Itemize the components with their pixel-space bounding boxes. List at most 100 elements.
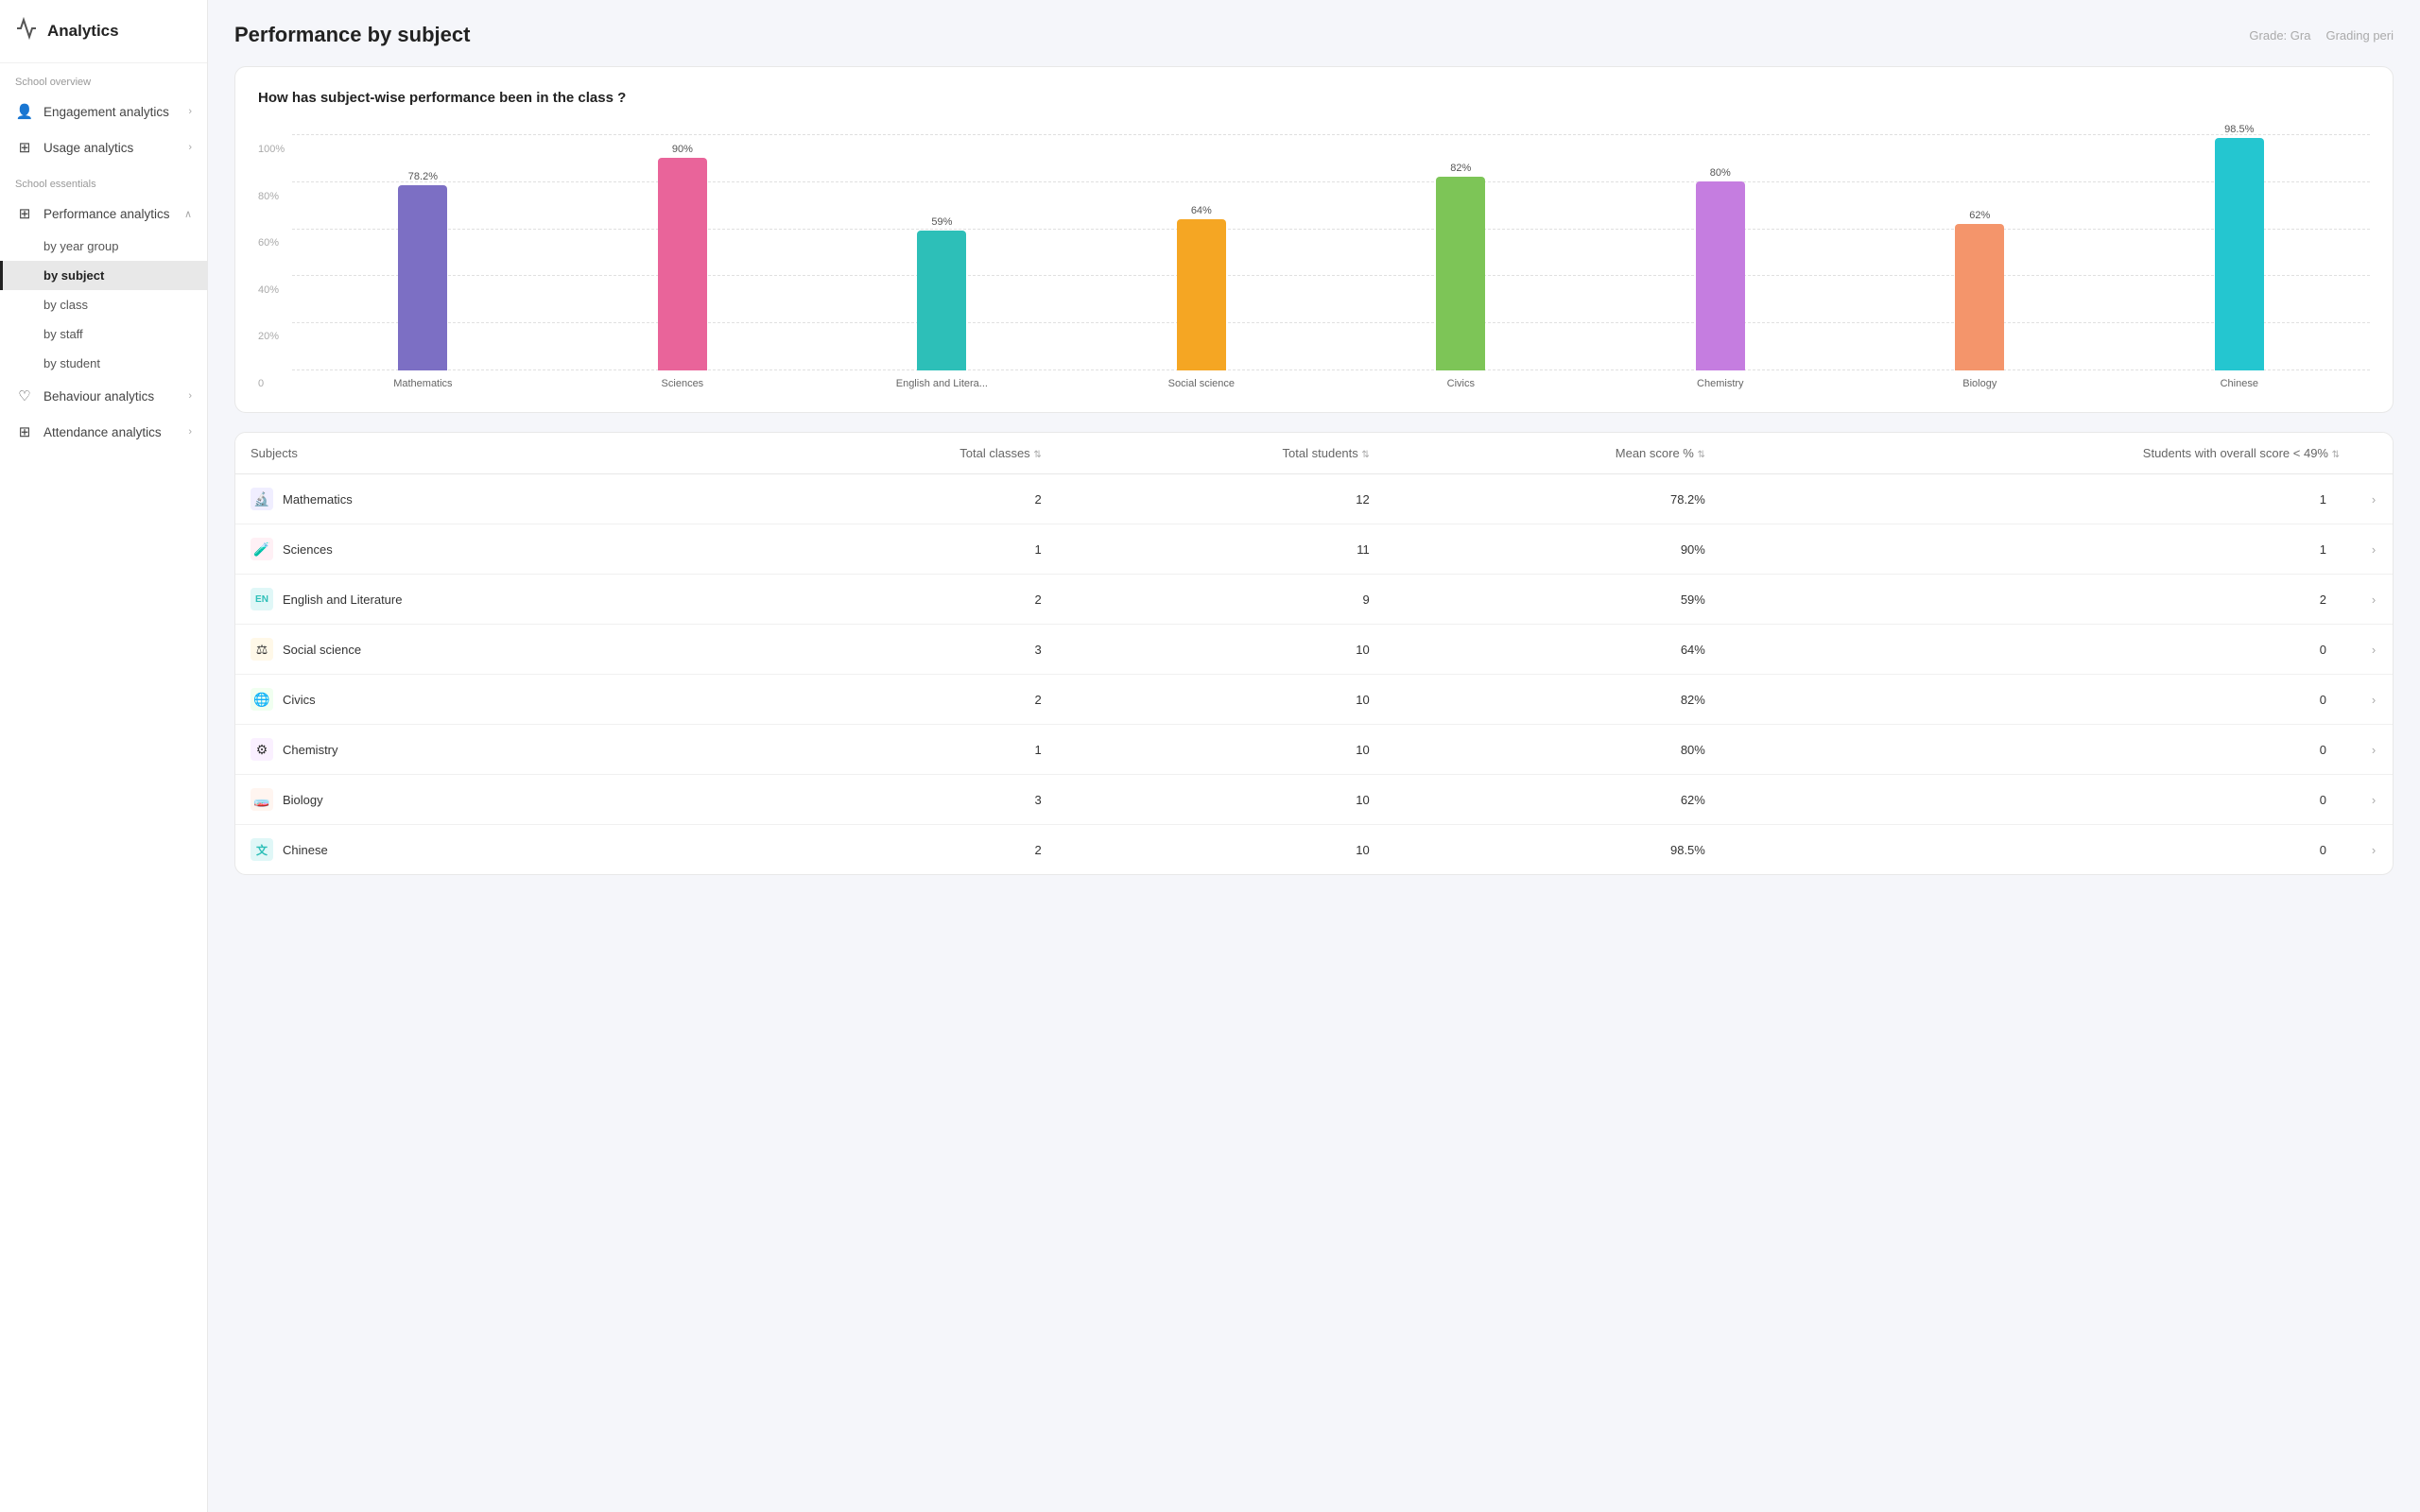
bar-chemistry [1696,181,1745,370]
x-axis-labels: Mathematics Sciences English and Litera.… [292,370,2370,389]
bar-math [398,185,447,370]
sciences-icon: 🧪 [251,538,273,560]
y-axis: 100% 80% 60% 40% 20% 0 [258,134,285,389]
chinese-row-arrow[interactable]: › [2372,843,2376,857]
sciences-row-arrow[interactable]: › [2372,542,2376,557]
sidebar-sub-by-staff[interactable]: by staff [0,319,207,349]
col-total-classes[interactable]: Total classes ⇅ [744,433,1057,474]
social-low-score: 0 [1720,625,2355,675]
table-row: ⚙ Chemistry 1 10 80% 0 › [235,725,2393,775]
math-icon: 🔬 [251,488,273,510]
biology-low-score: 0 [1720,775,2355,825]
sidebar-item-performance[interactable]: ⊞ Performance analytics ∧ [0,196,207,232]
civics-students: 10 [1057,675,1385,725]
bars-container: 78.2% 90% 59% 64% [292,125,2370,370]
bar-group-civics: 82% [1340,163,1582,370]
behaviour-label: Behaviour analytics [43,389,154,404]
school-overview-label: School overview [0,63,207,94]
sidebar-sub-by-class[interactable]: by class [0,290,207,319]
y-label-100: 100% [258,144,285,155]
attendance-chevron-icon: › [188,426,192,438]
y-label-20: 20% [258,331,285,342]
subject-name-social: Social science [283,643,361,657]
chart-card: How has subject-wise performance been in… [234,66,2394,413]
chemistry-students: 10 [1057,725,1385,775]
sidebar-item-engagement[interactable]: 👤 Engagement analytics › [0,94,207,129]
chinese-icon: 文 [251,838,273,861]
sciences-students: 11 [1057,524,1385,575]
school-essentials-label: School essentials [0,165,207,196]
sidebar-sub-by-student[interactable]: by student [0,349,207,378]
english-row-arrow[interactable]: › [2372,593,2376,607]
sidebar-sub-by-year-group[interactable]: by year group [0,232,207,261]
bar-value-chinese: 98.5% [2224,124,2254,135]
subject-cell-social: ⚖ Social science [251,638,729,661]
biology-score: 62% [1385,775,1720,825]
civics-row-arrow[interactable]: › [2372,693,2376,707]
behaviour-chevron-icon: › [188,390,192,402]
math-classes: 2 [744,474,1057,524]
col-low-score[interactable]: Students with overall score < 49% ⇅ [1720,433,2355,474]
x-label-civics: Civics [1340,378,1582,389]
chinese-low-score: 0 [1720,825,2355,875]
bar-group-math: 78.2% [302,171,544,370]
x-label-chemistry: Chemistry [1599,378,1841,389]
table-row: 🧪 Sciences 1 11 90% 1 › [235,524,2393,575]
bar-biology [1955,224,2004,370]
subject-name-sciences: Sciences [283,542,333,557]
sidebar-item-attendance[interactable]: ⊞ Attendance analytics › [0,414,207,450]
english-score: 59% [1385,575,1720,625]
social-classes: 3 [744,625,1057,675]
sidebar-item-usage[interactable]: ⊞ Usage analytics › [0,129,207,165]
sort-icon-students: ⇅ [1361,450,1369,460]
civics-low-score: 0 [1720,675,2355,725]
page-header: Performance by subject Grade: Gra Gradin… [234,23,2394,47]
sidebar-item-behaviour[interactable]: ♡ Behaviour analytics › [0,378,207,414]
y-label-0: 0 [258,378,285,389]
bar-value-biology: 62% [1969,210,1990,221]
col-total-students[interactable]: Total students ⇅ [1057,433,1385,474]
social-row-arrow[interactable]: › [2372,643,2376,657]
english-icon: EN [251,588,273,610]
subject-cell-math: 🔬 Mathematics [251,488,729,510]
sciences-low-score: 1 [1720,524,2355,575]
table-row: 🧫 Biology 3 10 62% 0 › [235,775,2393,825]
behaviour-icon: ♡ [15,387,34,404]
grading-period-filter[interactable]: Grading peri [2325,28,2394,43]
y-label-60: 60% [258,237,285,249]
col-mean-score[interactable]: Mean score % ⇅ [1385,433,1720,474]
school-essentials-section: School essentials ⊞ Performance analytic… [0,165,207,450]
table-row: 🌐 Civics 2 10 82% 0 › [235,675,2393,725]
sidebar-logo-text: Analytics [47,22,119,41]
grade-filter[interactable]: Grade: Gra [2249,28,2310,43]
engagement-label: Engagement analytics [43,105,169,119]
bar-value-english: 59% [931,216,952,228]
subject-name-chemistry: Chemistry [283,743,338,757]
table-row: EN English and Literature 2 9 59% 2 › [235,575,2393,625]
biology-row-arrow[interactable]: › [2372,793,2376,807]
table-row: 🔬 Mathematics 2 12 78.2% 1 › [235,474,2393,524]
chinese-students: 10 [1057,825,1385,875]
performance-icon: ⊞ [15,205,34,222]
subject-cell-civics: 🌐 Civics [251,688,729,711]
bar-social [1177,219,1226,370]
x-label-english: English and Litera... [821,378,1063,389]
sort-icon-mean: ⇅ [1697,450,1704,460]
sidebar-sub-by-subject[interactable]: by subject [0,261,207,290]
bar-sciences [658,158,707,370]
table-card: Subjects Total classes ⇅ Total students … [234,432,2394,875]
chemistry-row-arrow[interactable]: › [2372,743,2376,757]
usage-chevron-icon: › [188,142,192,153]
bar-group-biology: 62% [1858,210,2100,370]
subject-cell-biology: 🧫 Biology [251,788,729,811]
math-row-arrow[interactable]: › [2372,492,2376,507]
bar-value-chemistry: 80% [1710,167,1731,179]
math-low-score: 1 [1720,474,2355,524]
subject-name-civics: Civics [283,693,316,707]
subject-cell-chinese: 文 Chinese [251,838,729,861]
subjects-table: Subjects Total classes ⇅ Total students … [235,433,2393,874]
bar-group-sciences: 90% [562,144,804,370]
col-subjects: Subjects [235,433,744,474]
bar-chinese [2215,138,2264,370]
subject-cell-chemistry: ⚙ Chemistry [251,738,729,761]
